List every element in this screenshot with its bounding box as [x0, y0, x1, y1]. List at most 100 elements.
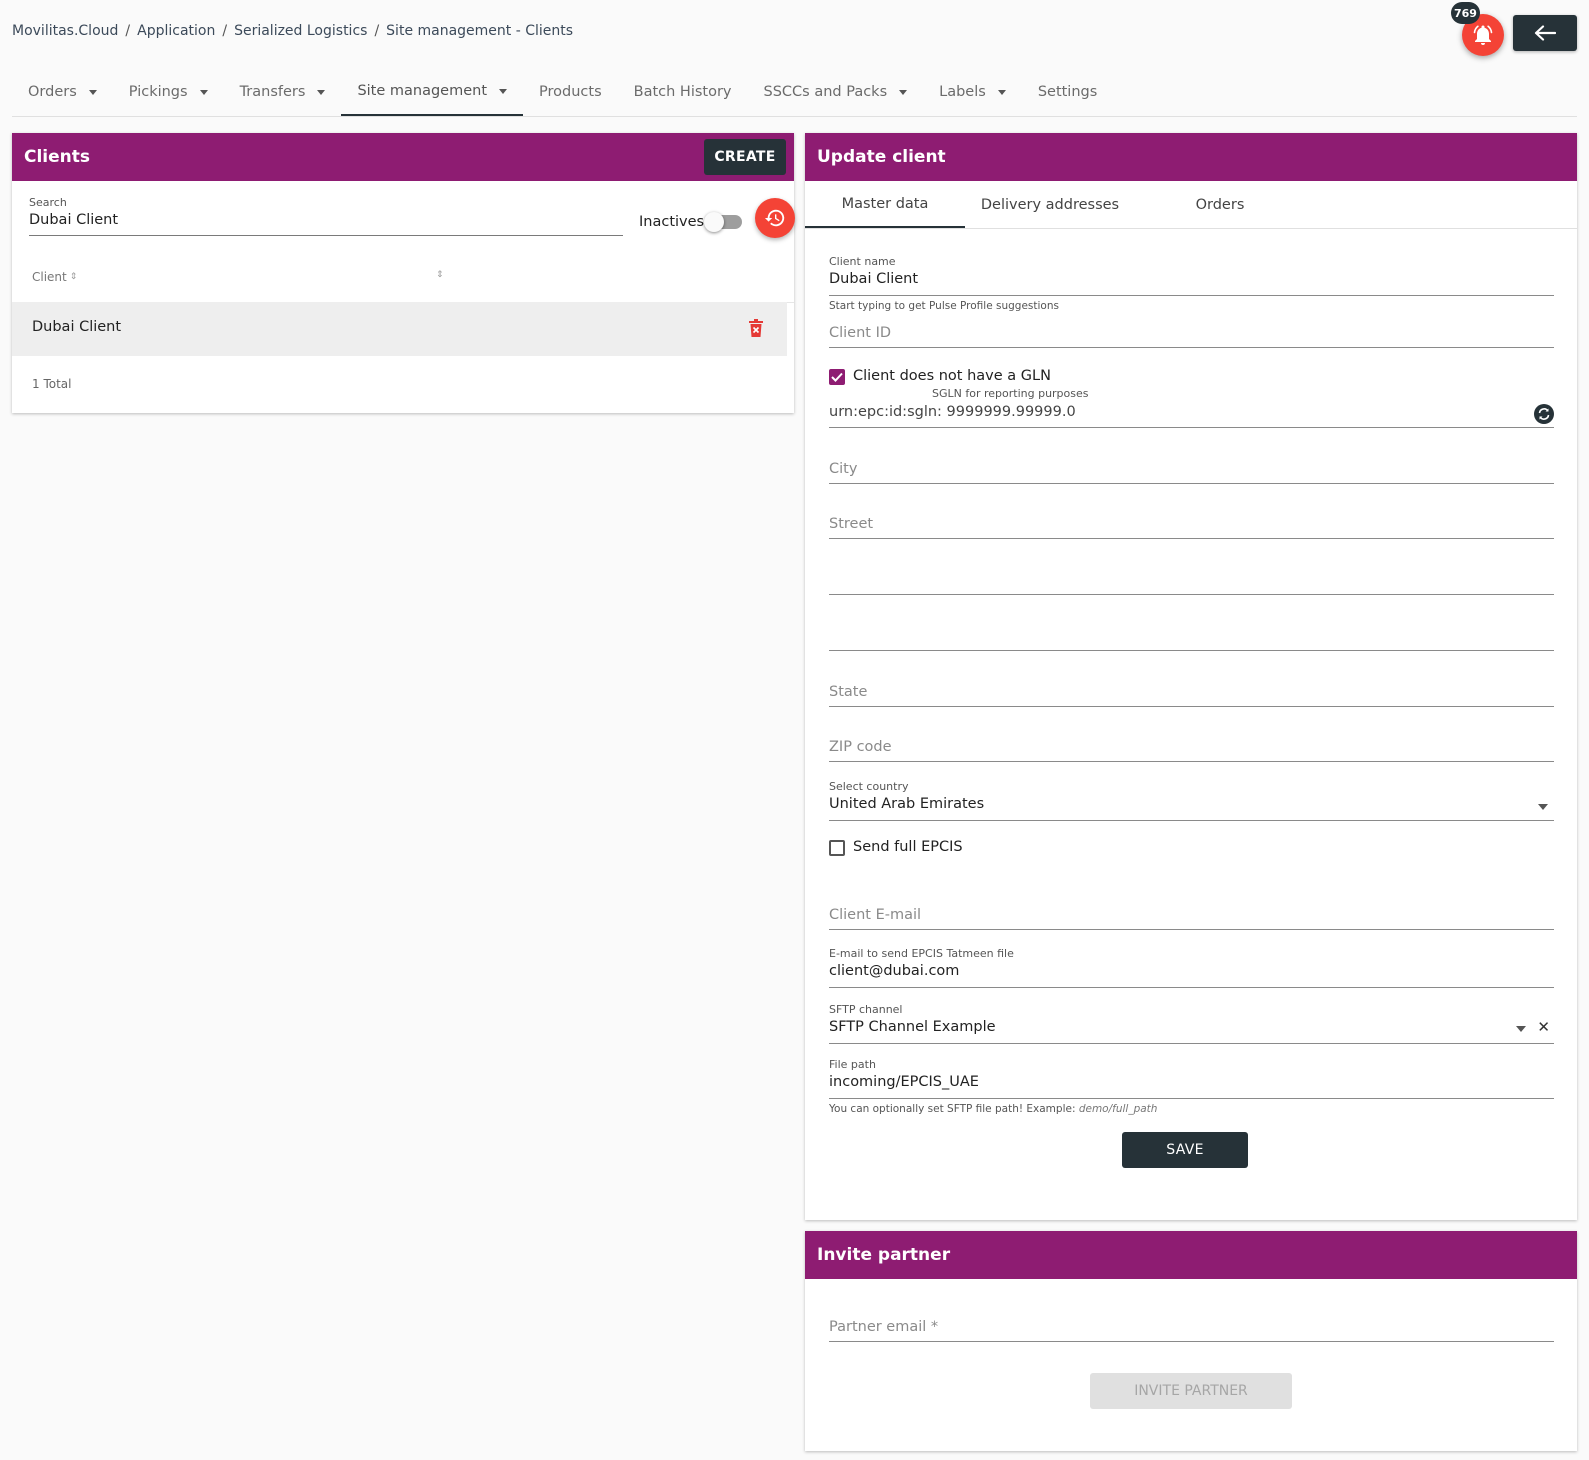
client-email-input[interactable]: Client E-mail [829, 907, 921, 923]
sftp-channel-select[interactable]: SFTP channel SFTP Channel Example ✕ [829, 1003, 1554, 1045]
invite-partner-header: Invite partner [805, 1231, 1577, 1279]
tab-orders[interactable]: Orders [1135, 181, 1305, 228]
bell-icon [1473, 25, 1493, 45]
file-path-field[interactable]: File path incoming/EPCIS_UAE You can opt… [829, 1058, 1554, 1118]
nav-label: Batch History [633, 84, 732, 100]
save-button[interactable]: SAVE [1122, 1132, 1248, 1168]
city-input[interactable]: City [829, 461, 857, 477]
nav-ssccs-and-packs[interactable]: SSCCs and Packs [748, 68, 924, 116]
state-field[interactable]: State [829, 684, 1554, 724]
nav-pickings[interactable]: Pickings [113, 68, 224, 116]
partner-email-field[interactable]: Partner email * [829, 1319, 1554, 1359]
country-label: Select country [829, 780, 909, 793]
breadcrumb-separator: / [374, 23, 380, 39]
breadcrumb-separator: / [125, 23, 131, 39]
breadcrumb-separator: / [222, 23, 228, 39]
file-path-hint: You can optionally set SFTP file path! E… [829, 1103, 1157, 1115]
caret-down-icon [899, 89, 908, 95]
country-value: United Arab Emirates [829, 796, 985, 812]
trash-icon [749, 319, 763, 337]
nav-transfers[interactable]: Transfers [224, 68, 342, 116]
nav-label: SSCCs and Packs [763, 84, 888, 100]
file-path-input[interactable]: incoming/EPCIS_UAE [829, 1074, 979, 1090]
invite-partner-button[interactable]: INVITE PARTNER [1090, 1373, 1292, 1409]
inactives-label: Inactives [639, 214, 705, 230]
epcis-email-field[interactable]: E-mail to send EPCIS Tatmeen file client… [829, 947, 1554, 989]
refresh-icon [1534, 404, 1554, 424]
field-underline [829, 538, 1554, 539]
caret-down-icon [1538, 804, 1548, 810]
clear-icon[interactable]: ✕ [1537, 1018, 1550, 1036]
caret-down-icon [317, 89, 326, 95]
search-input[interactable]: Dubai Client [29, 212, 118, 228]
street-field[interactable]: Street [829, 516, 1554, 556]
update-client-title: Update client [817, 147, 946, 167]
caret-down-icon [499, 88, 508, 94]
main-nav: Orders Pickings Transfers Site managemen… [12, 68, 1577, 117]
breadcrumb-item-application[interactable]: Application [137, 23, 215, 39]
delete-button[interactable] [749, 319, 763, 341]
nav-batch-history[interactable]: Batch History [618, 68, 748, 116]
client-name-input[interactable]: Dubai Client [829, 271, 918, 287]
regenerate-button[interactable] [1534, 404, 1554, 428]
client-id-field[interactable]: Client ID [829, 325, 1554, 365]
search-underline [29, 235, 623, 236]
partner-email-input[interactable]: Partner email * [829, 1319, 938, 1335]
caret-down-icon [88, 89, 97, 95]
column-header-client[interactable]: Client ⇕ [32, 270, 77, 284]
epcis-email-input[interactable]: client@dubai.com [829, 963, 959, 979]
column-header-label: Client [32, 270, 67, 284]
update-client-panel: Update client Master data Delivery addre… [805, 133, 1577, 1220]
caret-down-icon [1516, 1026, 1526, 1032]
sftp-channel-label: SFTP channel [829, 1003, 903, 1016]
toggle-thumb [704, 212, 724, 232]
search-label: Search [29, 196, 67, 209]
zip-input[interactable]: ZIP code [829, 739, 892, 755]
client-name-field[interactable]: Client name Dubai Client Start typing to… [829, 255, 1554, 315]
sort-icon[interactable]: ⇕ [436, 270, 444, 280]
nav-label: Labels [939, 84, 986, 100]
client-id-input[interactable]: Client ID [829, 325, 891, 341]
nav-orders[interactable]: Orders [12, 68, 113, 116]
no-gln-label: Client does not have a GLN [853, 368, 1051, 384]
breadcrumb-item-movilitas[interactable]: Movilitas.Cloud [12, 23, 118, 39]
country-select[interactable]: Select country United Arab Emirates [829, 780, 1554, 822]
nav-site-management[interactable]: Site management [341, 68, 524, 116]
tab-master-data[interactable]: Master data [805, 181, 965, 228]
history-button[interactable] [755, 198, 795, 238]
back-button[interactable] [1513, 15, 1577, 51]
caret-down-icon [199, 89, 208, 95]
nav-labels[interactable]: Labels [923, 68, 1022, 116]
clients-header: Clients CREATE [12, 133, 794, 181]
breadcrumb-item-serialized-logistics[interactable]: Serialized Logistics [234, 23, 367, 39]
nav-settings[interactable]: Settings [1022, 68, 1113, 116]
client-email-field[interactable]: Client E-mail [829, 907, 1554, 947]
inactives-toggle[interactable] [704, 211, 744, 233]
field-underline [829, 483, 1554, 484]
file-path-example: demo/full_path [1078, 1103, 1158, 1115]
field-underline [829, 650, 1554, 651]
file-path-label: File path [829, 1058, 876, 1071]
field-underline [829, 1341, 1554, 1342]
city-field[interactable]: City [829, 461, 1554, 501]
street-line-2-field[interactable] [829, 594, 1554, 596]
clients-title: Clients [24, 147, 91, 167]
file-path-hint-text: You can optionally set SFTP file path! E… [829, 1103, 1079, 1115]
field-underline [829, 761, 1554, 762]
no-gln-checkbox[interactable] [829, 369, 845, 385]
client-name-label: Client name [829, 255, 896, 268]
table-row[interactable]: Dubai Client [12, 302, 787, 356]
create-button[interactable]: CREATE [704, 139, 786, 175]
history-icon [764, 209, 785, 227]
state-input[interactable]: State [829, 684, 867, 700]
field-underline [829, 427, 1554, 428]
tab-delivery-addresses[interactable]: Delivery addresses [965, 181, 1135, 228]
send-epcis-checkbox[interactable] [829, 840, 845, 856]
sort-icon: ⇕ [69, 272, 78, 282]
zip-field[interactable]: ZIP code [829, 739, 1554, 779]
master-data-form: Client name Dubai Client Start typing to… [805, 229, 1577, 1229]
street-line-3-field[interactable] [829, 650, 1554, 652]
street-input[interactable]: Street [829, 516, 873, 532]
nav-products[interactable]: Products [523, 68, 618, 116]
nav-label: Products [539, 84, 602, 100]
